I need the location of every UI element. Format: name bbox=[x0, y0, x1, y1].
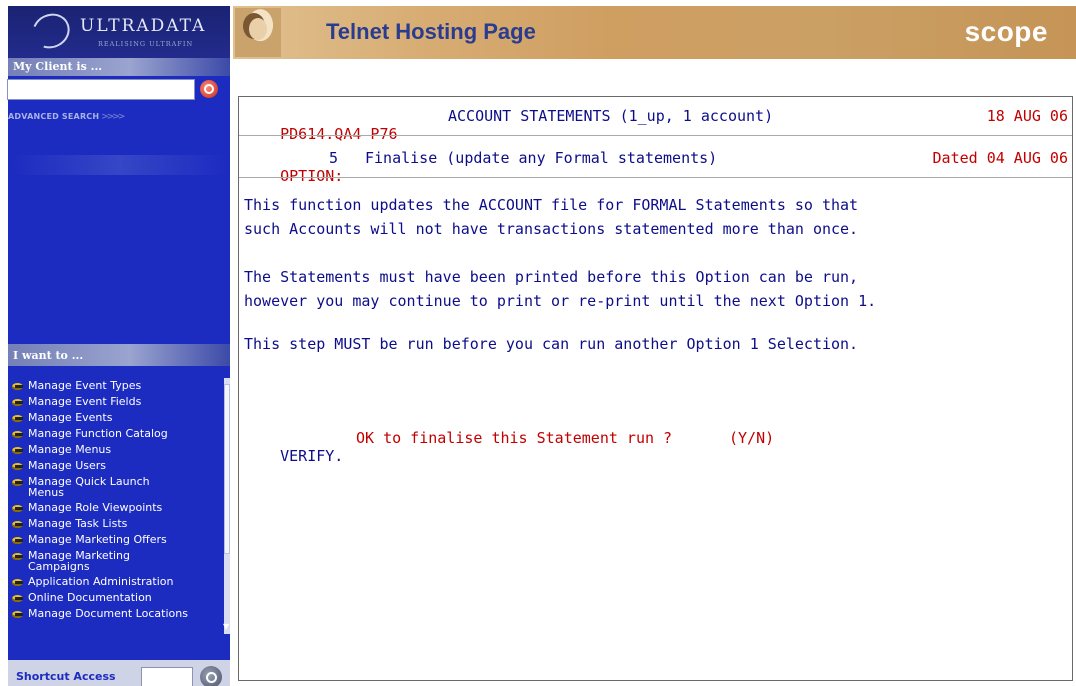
arrow-icon bbox=[11, 477, 26, 488]
menu-item-manage-quick-launch-menus[interactable]: Manage Quick Launch Menus bbox=[8, 474, 230, 500]
menu-item-application-administration[interactable]: Application Administration bbox=[8, 574, 230, 590]
menu-item-label: Manage Event Fields bbox=[28, 395, 142, 408]
arrow-icon bbox=[11, 609, 26, 620]
advanced-search-arrows: >>>> bbox=[101, 112, 125, 122]
dated-label: Dated bbox=[932, 149, 978, 167]
shortcut-go-icon[interactable] bbox=[200, 666, 222, 686]
menu-item-manage-marketing-campaigns[interactable]: Manage Marketing Campaigns bbox=[8, 548, 230, 574]
page-header: Telnet Hosting Page scope bbox=[233, 6, 1076, 59]
sidebar: ULTRADATA REALISING ULTRAFIN My Client i… bbox=[8, 6, 230, 686]
menu-item-label: Manage Quick Launch Menus bbox=[28, 475, 150, 499]
shortcut-bar: Shortcut Access bbox=[8, 660, 230, 686]
menu-item-manage-event-fields[interactable]: Manage Event Fields bbox=[8, 394, 230, 410]
option-row: OPTION: 5 Finalise (update any Formal st… bbox=[244, 149, 1068, 185]
logo-tagline: REALISING ULTRAFIN bbox=[98, 40, 194, 48]
client-heading: My Client is ... bbox=[8, 58, 230, 76]
task-menu: Manage Event Types Manage Event Fields M… bbox=[8, 378, 230, 648]
body-line: The Statements must have been printed be… bbox=[244, 268, 859, 286]
logo-swoosh-icon bbox=[26, 7, 76, 55]
arrow-icon bbox=[11, 503, 26, 514]
divider bbox=[239, 135, 1072, 136]
menu-item-label: Manage Users bbox=[28, 459, 106, 472]
divider bbox=[239, 177, 1072, 178]
arrow-icon bbox=[11, 413, 26, 424]
option-label: OPTION: bbox=[280, 167, 344, 185]
arrow-icon bbox=[11, 577, 26, 588]
menu-item-label: Application Administration bbox=[28, 575, 174, 588]
logo-text: ULTRADATA bbox=[80, 16, 207, 36]
arrow-icon bbox=[11, 519, 26, 530]
arrow-icon bbox=[11, 381, 26, 392]
screen-title: ACCOUNT STATEMENTS (1_up, 1 account) bbox=[448, 107, 774, 125]
option-number: 5 bbox=[329, 149, 339, 167]
menu-item-label: Manage Function Catalog bbox=[28, 427, 168, 440]
arrow-icon bbox=[11, 593, 26, 604]
menu-item-label: Manage Task Lists bbox=[28, 517, 128, 530]
advanced-search-link[interactable]: ADVANCED SEARCH >>>> bbox=[8, 112, 125, 122]
arrow-icon bbox=[11, 535, 26, 546]
i-want-to-heading: I want to ... bbox=[8, 344, 230, 366]
header-photo bbox=[235, 8, 281, 57]
menu-item-manage-document-locations[interactable]: Manage Document Locations bbox=[8, 606, 230, 622]
option-description: Finalise (update any Formal statements) bbox=[365, 149, 718, 167]
arrow-icon bbox=[11, 445, 26, 456]
dated-value: 04 AUG 06 bbox=[986, 149, 1068, 167]
menu-item-manage-role-viewpoints[interactable]: Manage Role Viewpoints bbox=[8, 500, 230, 516]
shortcut-access-label: Shortcut Access bbox=[16, 670, 116, 683]
telnet-terminal[interactable]: PD614.QA4 P76 ACCOUNT STATEMENTS (1_up, … bbox=[238, 96, 1073, 681]
arrow-icon bbox=[11, 461, 26, 472]
menu-item-label: Manage Event Types bbox=[28, 379, 142, 392]
terminal-title-row: PD614.QA4 P76 ACCOUNT STATEMENTS (1_up, … bbox=[244, 107, 1068, 143]
arrow-icon bbox=[11, 551, 26, 562]
menu-item-label: Manage Marketing Campaigns bbox=[28, 549, 131, 573]
body-line: however you may continue to print or re-… bbox=[244, 292, 877, 310]
verify-row: VERIFY. OK to finalise this Statement ru… bbox=[244, 429, 1068, 465]
menu-item-manage-task-lists[interactable]: Manage Task Lists bbox=[8, 516, 230, 532]
menu-item-label: Manage Marketing Offers bbox=[28, 533, 167, 546]
menu-item-label: Manage Events bbox=[28, 411, 113, 424]
menu-item-manage-users[interactable]: Manage Users bbox=[8, 458, 230, 474]
menu-item-label: Manage Role Viewpoints bbox=[28, 501, 163, 514]
screen-date: 18 AUG 06 bbox=[986, 107, 1068, 125]
arrow-icon bbox=[11, 397, 26, 408]
menu-item-label: Manage Menus bbox=[28, 443, 112, 456]
body-line: This function updates the ACCOUNT file f… bbox=[244, 196, 859, 214]
menu-item-label: Manage Document Locations bbox=[28, 607, 188, 620]
program-id: PD614.QA4 P76 bbox=[280, 125, 398, 143]
search-icon[interactable] bbox=[200, 80, 218, 98]
scope-logo: scope bbox=[964, 16, 1048, 47]
verify-prompt: OK to finalise this Statement run ? bbox=[356, 429, 673, 447]
menu-item-manage-events[interactable]: Manage Events bbox=[8, 410, 230, 426]
advanced-search-label: ADVANCED SEARCH bbox=[8, 112, 100, 121]
shortcut-access-input[interactable] bbox=[141, 667, 193, 686]
body-line: such Accounts will not have transactions… bbox=[244, 220, 859, 238]
verify-options: (Y/N) bbox=[729, 429, 775, 447]
ultradata-logo: ULTRADATA REALISING ULTRAFIN bbox=[8, 6, 230, 58]
page-title: Telnet Hosting Page bbox=[326, 19, 536, 44]
menu-scrollbar-thumb[interactable] bbox=[224, 384, 230, 554]
body-line bbox=[244, 316, 1068, 336]
body-line bbox=[244, 244, 1068, 264]
body-line: This step MUST be run before you can run… bbox=[244, 335, 859, 353]
scroll-down-arrow-icon[interactable]: ▼ bbox=[223, 622, 230, 634]
sidebar-divider-band bbox=[8, 155, 230, 175]
menu-item-online-documentation[interactable]: Online Documentation bbox=[8, 590, 230, 606]
client-search-input[interactable] bbox=[7, 79, 195, 100]
menu-item-manage-event-types[interactable]: Manage Event Types bbox=[8, 378, 230, 394]
menu-item-manage-marketing-offers[interactable]: Manage Marketing Offers bbox=[8, 532, 230, 548]
menu-item-manage-menus[interactable]: Manage Menus bbox=[8, 442, 230, 458]
arrow-icon bbox=[11, 429, 26, 440]
menu-item-label: Online Documentation bbox=[28, 591, 152, 604]
verify-label: VERIFY. bbox=[280, 447, 344, 465]
menu-item-manage-function-catalog[interactable]: Manage Function Catalog bbox=[8, 426, 230, 442]
